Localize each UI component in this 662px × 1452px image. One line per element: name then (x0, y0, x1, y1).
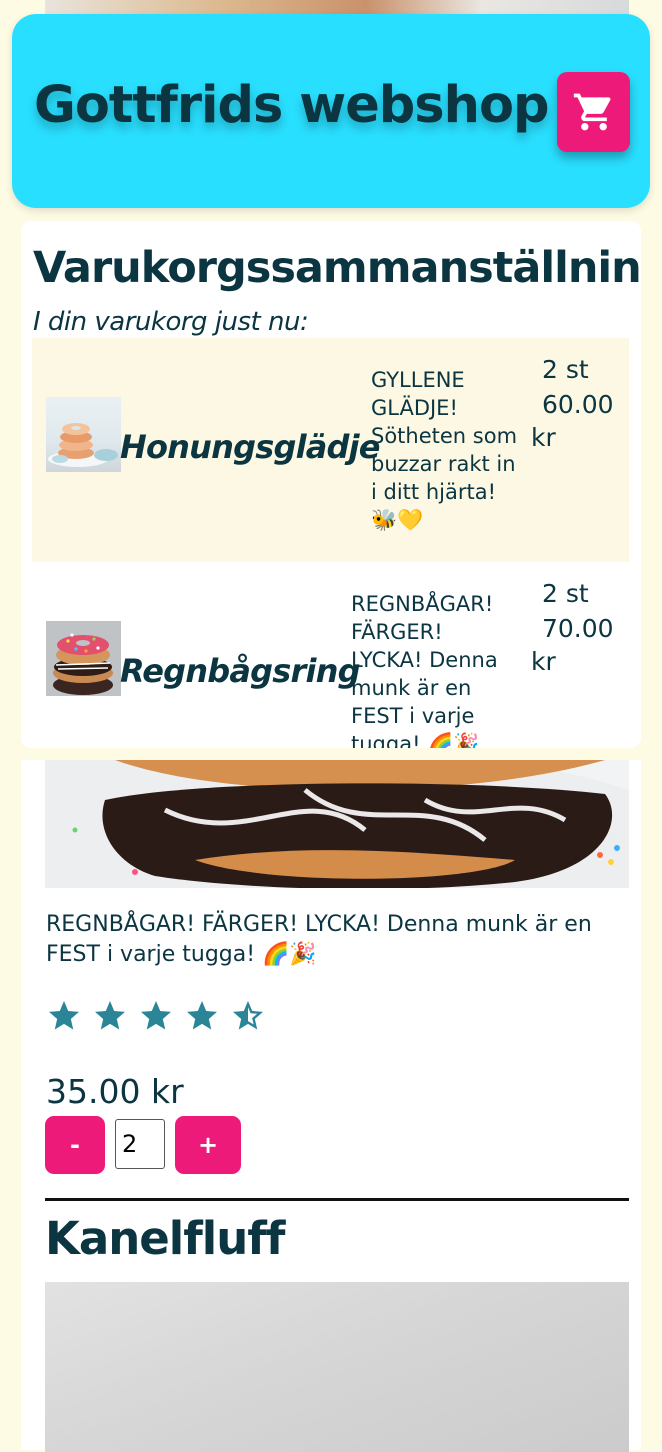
cart-summary-title: Varukorgssammanställning (33, 243, 641, 293)
cart-item-name: Honungsglädje (120, 428, 381, 466)
chocolate-donut-image (45, 760, 629, 888)
cart-item-quantity: 2 st (542, 579, 589, 608)
cart-summary-panel: Varukorgssammanställning I din varukorg … (21, 221, 641, 748)
donut-stack-image (48, 423, 118, 467)
decrease-quantity-button[interactable]: - (45, 1116, 105, 1174)
cart-item-row: Regnbågsring REGNBÅGAR! FÄRGER! LYCKA! D… (32, 562, 629, 748)
shopping-cart-icon (573, 93, 611, 131)
cart-item-row: Honungsglädje GYLLENE GLÄDJE! Sötheten s… (32, 338, 629, 562)
cart-item-name: Regnbågsring (120, 652, 361, 690)
product-title: Kanelfluff (45, 1212, 285, 1265)
cart-item-total: 70.00 kr (531, 614, 614, 676)
cart-item-quantity: 2 st (542, 355, 589, 384)
cart-item-thumbnail (46, 397, 121, 472)
star-filled-icon (95, 1001, 125, 1030)
product-image (45, 1282, 629, 1452)
star-half-icon (233, 1001, 263, 1030)
cart-item-thumbnail (46, 621, 121, 696)
donut-stack-image (46, 621, 121, 696)
star-filled-icon (141, 1001, 171, 1030)
product-divider (45, 1198, 629, 1201)
product-image (45, 760, 629, 888)
site-header: Gottfrids webshop (12, 14, 650, 208)
cart-item-description: REGNBÅGAR! FÄRGER! LYCKA! Denna munk är … (351, 592, 498, 748)
product-rating (46, 998, 266, 1034)
cart-summary-subtitle: I din varukorg just nu: (33, 307, 309, 337)
star-filled-icon (49, 1001, 79, 1030)
cart-item-total: 60.00 kr (531, 390, 614, 452)
cart-item-description: GYLLENE GLÄDJE! Sötheten som buzzar rakt… (371, 368, 518, 532)
cart-button[interactable] (557, 72, 630, 152)
product-card: REGNBÅGAR! FÄRGER! LYCKA! Denna munk är … (21, 760, 641, 1452)
increase-quantity-button[interactable]: + (175, 1116, 241, 1174)
site-title: Gottfrids webshop (34, 76, 550, 135)
product-description: REGNBÅGAR! FÄRGER! LYCKA! Denna munk är … (46, 912, 592, 967)
product-price: 35.00 kr (46, 1072, 184, 1111)
quantity-input[interactable] (115, 1119, 165, 1169)
star-filled-icon (187, 1001, 217, 1030)
